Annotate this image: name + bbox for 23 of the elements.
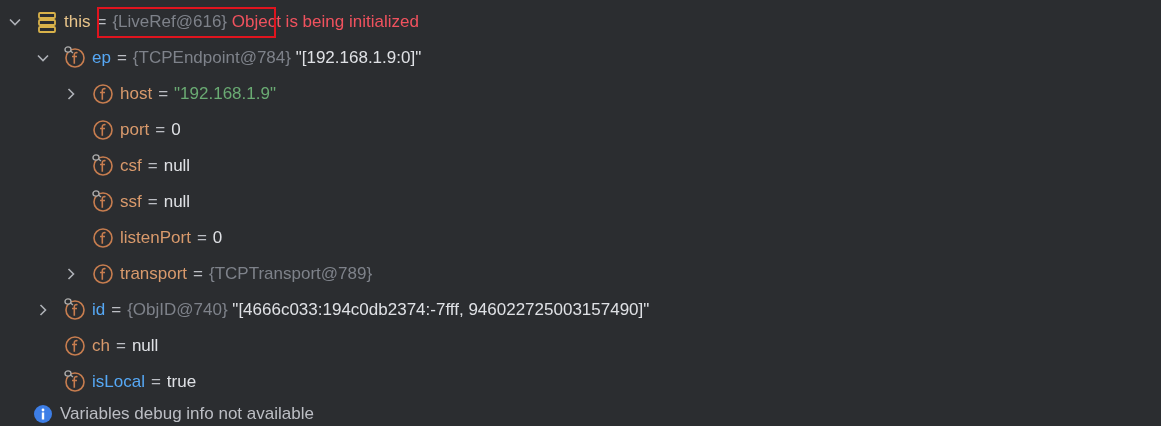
variable-entry[interactable]: ssf = null xyxy=(120,192,191,212)
field-icon xyxy=(64,334,86,358)
variable-entry[interactable]: host = "192.168.1.9" xyxy=(120,84,276,104)
variable-entry[interactable]: csf = null xyxy=(120,156,191,176)
variable-entry[interactable]: ch = null xyxy=(92,336,159,356)
variable-entry[interactable]: port = 0 xyxy=(120,120,181,140)
variable-entry[interactable]: id = {ObjID@740} "[4666c033:194c0db2374:-7fff, 946022725003157490]" xyxy=(92,300,650,320)
field-glasses-icon xyxy=(92,154,114,178)
info-icon xyxy=(34,405,52,423)
stack-icon xyxy=(36,10,58,34)
status-message: Variables debug info not available xyxy=(60,404,314,424)
variable-entry[interactable]: listenPort = 0 xyxy=(120,228,223,248)
field-glasses-icon xyxy=(92,190,114,214)
variable-entry[interactable]: ep = {TCPEndpoint@784} "[192.168.1.9:0]" xyxy=(92,48,422,68)
variable-entry[interactable]: transport = {TCPTransport@789} xyxy=(120,264,373,284)
field-glasses-icon xyxy=(64,298,86,322)
field-glasses-icon xyxy=(64,46,86,70)
field-icon xyxy=(92,262,114,286)
field-icon xyxy=(92,226,114,250)
field-icon xyxy=(92,118,114,142)
field-glasses-icon xyxy=(64,370,86,394)
variable-entry[interactable]: isLocal = true xyxy=(92,372,197,392)
field-icon xyxy=(92,82,114,106)
